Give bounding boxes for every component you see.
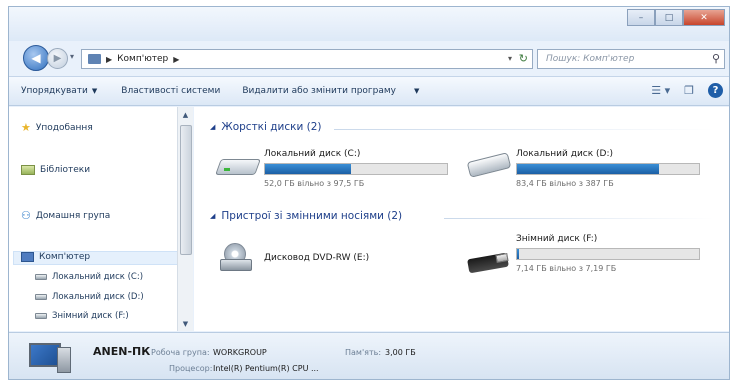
- memory-value: 3,00 ГБ: [385, 348, 416, 357]
- group-title: Пристрої зі змінними носіями (2): [221, 210, 403, 222]
- capacity-bar-fill: [265, 164, 351, 174]
- drive-tile-c[interactable]: Локальний диск (C:) 52,0 ГБ вільно з 97,…: [214, 149, 454, 195]
- system-properties-button[interactable]: Властивості системи: [121, 86, 220, 96]
- breadcrumb-computer[interactable]: Комп'ютер: [117, 54, 168, 64]
- drive-name: Локальний диск (D:): [516, 149, 614, 159]
- sidebar-item-homegroup[interactable]: ⚇ Домашня група: [21, 209, 110, 222]
- sidebar-item-computer[interactable]: Комп'ютер: [21, 252, 90, 262]
- help-icon[interactable]: ?: [708, 83, 723, 98]
- sidebar-item-disk-d[interactable]: Локальний диск (D:): [35, 292, 144, 302]
- organize-button[interactable]: Упорядкувати ▼: [21, 86, 97, 96]
- capacity-bar-fill: [517, 249, 520, 259]
- capacity-bar-fill: [517, 164, 659, 174]
- computer-icon: [88, 54, 101, 64]
- disk-icon: [35, 294, 47, 300]
- search-placeholder: Пошук: Комп'ютер: [546, 54, 635, 64]
- sidebar-item-favorites[interactable]: ★ Уподобання: [21, 121, 93, 134]
- address-bar[interactable]: ▶ Комп'ютер ▶ ▾ ↻: [81, 49, 533, 69]
- star-icon: ★: [21, 121, 31, 134]
- sidebar-item-disk-f[interactable]: Знімний диск (F:): [35, 311, 129, 321]
- navigation-pane: ★ Уподобання Бібліотеки ⚇ Домашня група …: [9, 107, 193, 331]
- free-space-text: 7,14 ГБ вільно з 7,19 ГБ: [516, 264, 617, 273]
- sidebar-item-label: Уподобання: [35, 122, 93, 133]
- content-pane: ◢ Жорсткі диски (2) Локальний диск (C:) …: [194, 107, 729, 331]
- group-divider: [444, 218, 714, 219]
- more-commands-button[interactable]: ▼: [410, 86, 419, 96]
- memory-label: Пам'ять:: [345, 348, 382, 357]
- minimize-button[interactable]: –: [627, 9, 655, 26]
- view-controls: ☰ ▾ ❐ ?: [651, 83, 723, 98]
- disk-icon: [35, 274, 47, 280]
- explorer-window: – □ ✕ ◀ ▶ ▾ ▶ Комп'ютер ▶ ▾ ↻ Пошук: Ком…: [8, 6, 730, 380]
- uninstall-program-button[interactable]: Видалити або змінити програму: [242, 86, 396, 96]
- scroll-thumb[interactable]: [180, 125, 192, 255]
- dvd-drive-icon: [214, 243, 258, 271]
- group-divider: [334, 129, 714, 130]
- collapse-group-icon[interactable]: ◢: [210, 212, 215, 220]
- close-button[interactable]: ✕: [683, 9, 725, 26]
- sidebar-item-disk-c[interactable]: Локальний диск (C:): [35, 272, 143, 282]
- computer-icon: [21, 252, 34, 262]
- group-header-removable[interactable]: ◢ Пристрої зі змінними носіями (2): [210, 210, 402, 222]
- group-header-hard-disks[interactable]: ◢ Жорсткі диски (2): [210, 121, 322, 133]
- free-space-text: 52,0 ГБ вільно з 97,5 ГБ: [264, 179, 365, 188]
- sidebar-item-label: Комп'ютер: [39, 252, 91, 262]
- drive-name: Дисковод DVD-RW (E:): [264, 253, 370, 263]
- change-view-icon[interactable]: ☰ ▾: [651, 84, 670, 97]
- scroll-up-icon[interactable]: ▲: [180, 109, 191, 120]
- scroll-down-icon[interactable]: ▼: [180, 318, 191, 329]
- sidebar-item-label: Бібліотеки: [40, 165, 91, 175]
- chevron-down-icon: ▼: [414, 87, 420, 95]
- drive-tile-e[interactable]: Дисковод DVD-RW (E:): [214, 239, 454, 285]
- sidebar-item-label: Домашня група: [35, 210, 111, 221]
- sidebar-item-label: Локальний диск (C:): [52, 272, 144, 282]
- usb-drive-icon: [466, 250, 510, 274]
- caption-buttons: – □ ✕: [627, 9, 725, 26]
- processor-value: Intel(R) Pentium(R) CPU ...: [213, 364, 319, 373]
- breadcrumb-separator-icon[interactable]: ▶: [106, 55, 112, 64]
- capacity-bar: [264, 163, 448, 175]
- hard-disk-icon: [466, 152, 512, 178]
- drive-name: Локальний диск (C:): [264, 149, 361, 159]
- library-icon: [21, 165, 35, 175]
- back-arrow-icon[interactable]: ◀: [23, 45, 49, 71]
- free-space-text: 83,4 ГБ вільно з 387 ГБ: [516, 179, 614, 188]
- maximize-button[interactable]: □: [655, 9, 683, 26]
- capacity-bar: [516, 163, 700, 175]
- computer-name: ANEN-ПК: [93, 345, 151, 358]
- drive-tile-f[interactable]: Знімний диск (F:) 7,14 ГБ вільно з 7,19 …: [466, 234, 706, 280]
- hard-disk-icon: [214, 157, 261, 177]
- breadcrumb-separator-icon[interactable]: ▶: [173, 55, 179, 64]
- sidebar-item-label: Локальний диск (D:): [52, 292, 144, 302]
- drive-name: Знімний диск (F:): [516, 234, 598, 244]
- computer-icon: [29, 343, 73, 375]
- sidebar-item-label: Знімний диск (F:): [52, 311, 129, 321]
- chevron-down-icon: ▼: [91, 87, 98, 95]
- address-dropdown-icon[interactable]: ▾: [508, 54, 512, 63]
- sidebar-item-libraries[interactable]: Бібліотеки: [21, 165, 90, 175]
- search-input[interactable]: Пошук: Комп'ютер ⚲: [537, 49, 725, 69]
- navigation-bar: ◀ ▶ ▾ ▶ Комп'ютер ▶ ▾ ↻ Пошук: Комп'ютер…: [9, 45, 729, 73]
- refresh-icon[interactable]: ↻: [519, 52, 528, 65]
- forward-arrow-icon[interactable]: ▶: [47, 48, 68, 69]
- preview-pane-icon[interactable]: ❐: [684, 84, 694, 97]
- workgroup-label: Робоча група:: [151, 348, 210, 357]
- search-icon[interactable]: ⚲: [712, 52, 720, 65]
- processor-label: Процесор:: [169, 364, 213, 373]
- collapse-group-icon[interactable]: ◢: [210, 123, 215, 131]
- drive-tile-d[interactable]: Локальний диск (D:) 83,4 ГБ вільно з 387…: [466, 149, 706, 195]
- command-bar: Упорядкувати ▼ Властивості системи Видали…: [9, 76, 729, 106]
- recent-pages-dropdown-icon[interactable]: ▾: [70, 52, 74, 61]
- sidebar-scrollbar[interactable]: ▲ ▼: [177, 107, 193, 331]
- details-pane: ANEN-ПК Робоча група: WORKGROUP Пам'ять:…: [9, 332, 729, 379]
- title-bar: – □ ✕: [9, 7, 729, 41]
- group-title: Жорсткі диски (2): [221, 121, 322, 133]
- workgroup-value: WORKGROUP: [213, 348, 267, 357]
- removable-disk-icon: [35, 313, 47, 319]
- capacity-bar: [516, 248, 700, 260]
- homegroup-icon: ⚇: [21, 209, 31, 222]
